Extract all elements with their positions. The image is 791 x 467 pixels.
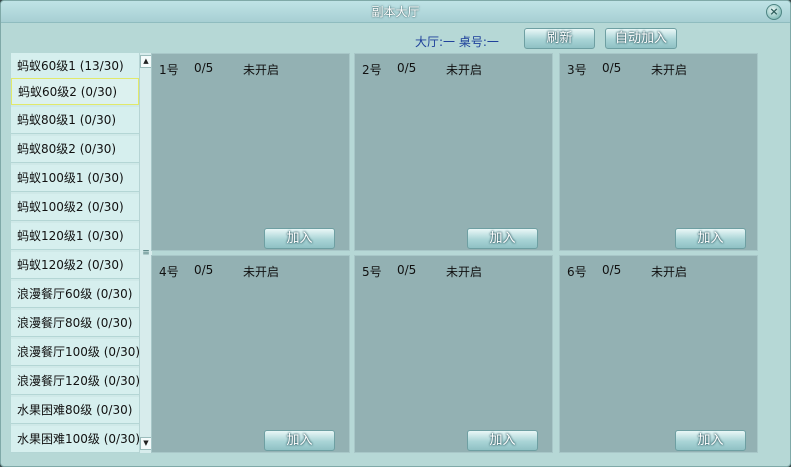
room-list-item[interactable]: 蚂蚁120级2 (0/30) — [11, 252, 139, 279]
table-slot-3: 3号 0/5 未开启 加入 — [559, 53, 758, 251]
room-list-item[interactable]: 蚂蚁100级2 (0/30) — [11, 194, 139, 221]
table-status: 未开启 — [446, 265, 483, 279]
room-list: 蚂蚁60级1 (13/30) 蚂蚁60级2 (0/30) 蚂蚁80级1 (0/3… — [11, 53, 139, 453]
room-list-item[interactable]: 蚂蚁80级2 (0/30) — [11, 136, 139, 163]
close-icon[interactable]: × — [766, 4, 782, 20]
join-button[interactable]: 加入 — [675, 228, 746, 249]
table-status: 未开启 — [651, 63, 688, 77]
hall-table-info: 大厅:一 桌号:一 — [415, 35, 499, 49]
refresh-button[interactable]: 刷新 — [524, 28, 595, 49]
table-player-count: 0/5 — [602, 263, 622, 277]
join-button[interactable]: 加入 — [675, 430, 746, 451]
table-slot-2: 2号 0/5 未开启 加入 — [354, 53, 553, 251]
room-list-item[interactable]: 水果困难80级 (0/30) — [11, 397, 139, 424]
room-list-item[interactable]: 蚂蚁120级1 (0/30) — [11, 223, 139, 250]
table-player-count: 0/5 — [194, 263, 214, 277]
table-grid: 1号 0/5 未开启 加入 2号 0/5 未开启 加入 3号 0/5 未开启 加… — [151, 53, 759, 455]
join-button[interactable]: 加入 — [467, 430, 538, 451]
room-list-item[interactable]: 水果困难100级 (0/30) — [11, 426, 139, 453]
window-title: 副本大厅 — [371, 5, 420, 19]
room-list-item[interactable]: 蚂蚁80级1 (0/30) — [11, 107, 139, 134]
join-button[interactable]: 加入 — [264, 228, 335, 249]
table-player-count: 0/5 — [397, 61, 417, 75]
table-slot-4: 4号 0/5 未开启 加入 — [151, 255, 350, 453]
table-number: 5号 — [362, 265, 382, 279]
table-slot-1: 1号 0/5 未开启 加入 — [151, 53, 350, 251]
table-number: 3号 — [567, 63, 587, 77]
join-button[interactable]: 加入 — [467, 228, 538, 249]
room-list-item[interactable]: 浪漫餐厅60级 (0/30) — [11, 281, 139, 308]
table-status: 未开启 — [243, 265, 280, 279]
title-bar[interactable]: 副本大厅 × — [1, 1, 790, 23]
room-list-item[interactable]: 蚂蚁60级1 (13/30) — [11, 53, 139, 80]
table-player-count: 0/5 — [397, 263, 417, 277]
room-list-item[interactable]: 浪漫餐厅100级 (0/30) — [11, 339, 139, 366]
room-list-item[interactable]: 浪漫餐厅80级 (0/30) — [11, 310, 139, 337]
table-number: 4号 — [159, 265, 179, 279]
grip-icon[interactable]: ≡ — [141, 248, 151, 258]
room-list-item-selected[interactable]: 蚂蚁60级2 (0/30) — [11, 78, 139, 105]
room-list-item[interactable]: 浪漫餐厅120级 (0/30) — [11, 368, 139, 395]
table-number: 1号 — [159, 63, 179, 77]
table-status: 未开启 — [651, 265, 688, 279]
table-player-count: 0/5 — [194, 61, 214, 75]
join-button[interactable]: 加入 — [264, 430, 335, 451]
table-status: 未开启 — [243, 63, 280, 77]
room-list-item[interactable]: 蚂蚁100级1 (0/30) — [11, 165, 139, 192]
table-number: 6号 — [567, 265, 587, 279]
dungeon-lobby-window: 副本大厅 × 大厅:一 桌号:一 刷新 自动加入 蚂蚁60级1 (13/30) … — [0, 0, 791, 467]
table-player-count: 0/5 — [602, 61, 622, 75]
table-slot-5: 5号 0/5 未开启 加入 — [354, 255, 553, 453]
table-slot-6: 6号 0/5 未开启 加入 — [559, 255, 758, 453]
auto-join-button[interactable]: 自动加入 — [605, 28, 677, 49]
table-status: 未开启 — [446, 63, 483, 77]
table-number: 2号 — [362, 63, 382, 77]
